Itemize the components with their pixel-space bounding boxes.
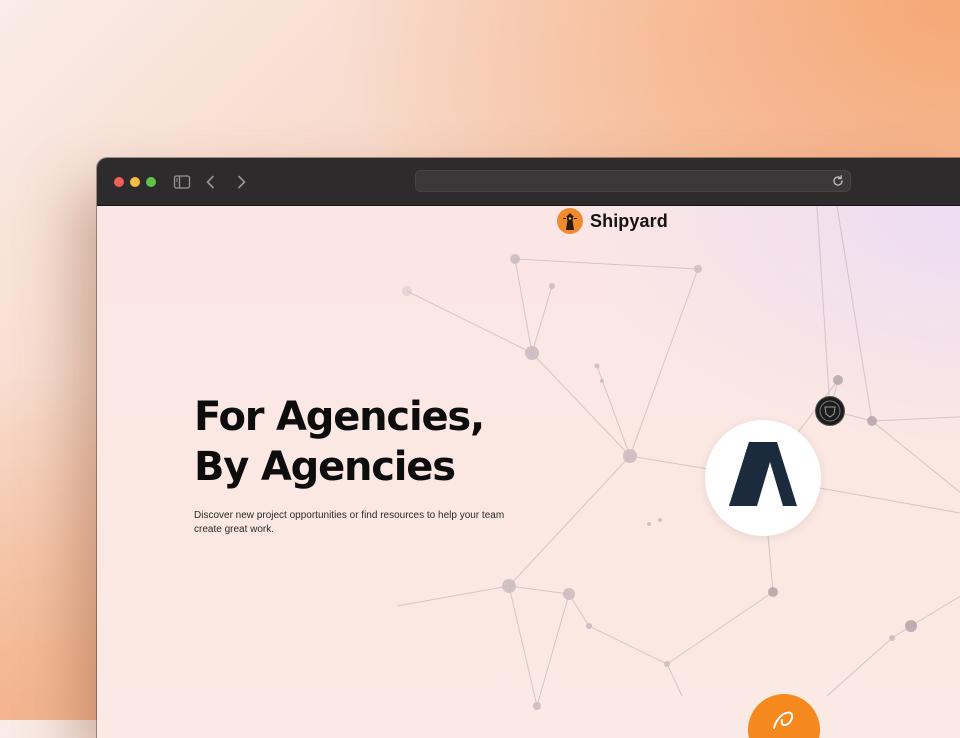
sidebar-toggle-icon[interactable] [173,173,191,191]
script-logo-icon [773,711,794,729]
caret-a-logo-icon [729,442,797,506]
forward-arrow-icon[interactable] [232,173,250,191]
partner-logo-crest[interactable] [815,396,845,426]
partner-logo-script[interactable] [748,694,820,738]
hero-subtext: Discover new project opportunities or fi… [194,510,505,535]
crest-logo-icon [819,400,841,422]
brand-name: Shipyard [590,210,668,231]
headline-line-2: By Agencies [194,444,456,490]
reload-icon[interactable] [831,174,845,188]
close-window-button[interactable] [114,177,124,187]
zoom-window-button[interactable] [146,177,156,187]
browser-window: Shipyard For Agencies, By Agencies Disco… [97,158,960,738]
address-bar[interactable] [415,170,851,192]
back-arrow-icon[interactable] [202,173,220,191]
hero-headline: For Agencies, By Agencies [194,392,485,492]
brand-header[interactable]: Shipyard [557,208,668,234]
headline-line-1: For Agencies, [194,394,485,440]
browser-toolbar [97,158,960,206]
partner-logo-caret[interactable] [705,420,821,536]
webpage-content: Shipyard For Agencies, By Agencies Disco… [97,206,960,738]
minimize-window-button[interactable] [130,177,140,187]
lighthouse-logo-icon [557,208,583,234]
